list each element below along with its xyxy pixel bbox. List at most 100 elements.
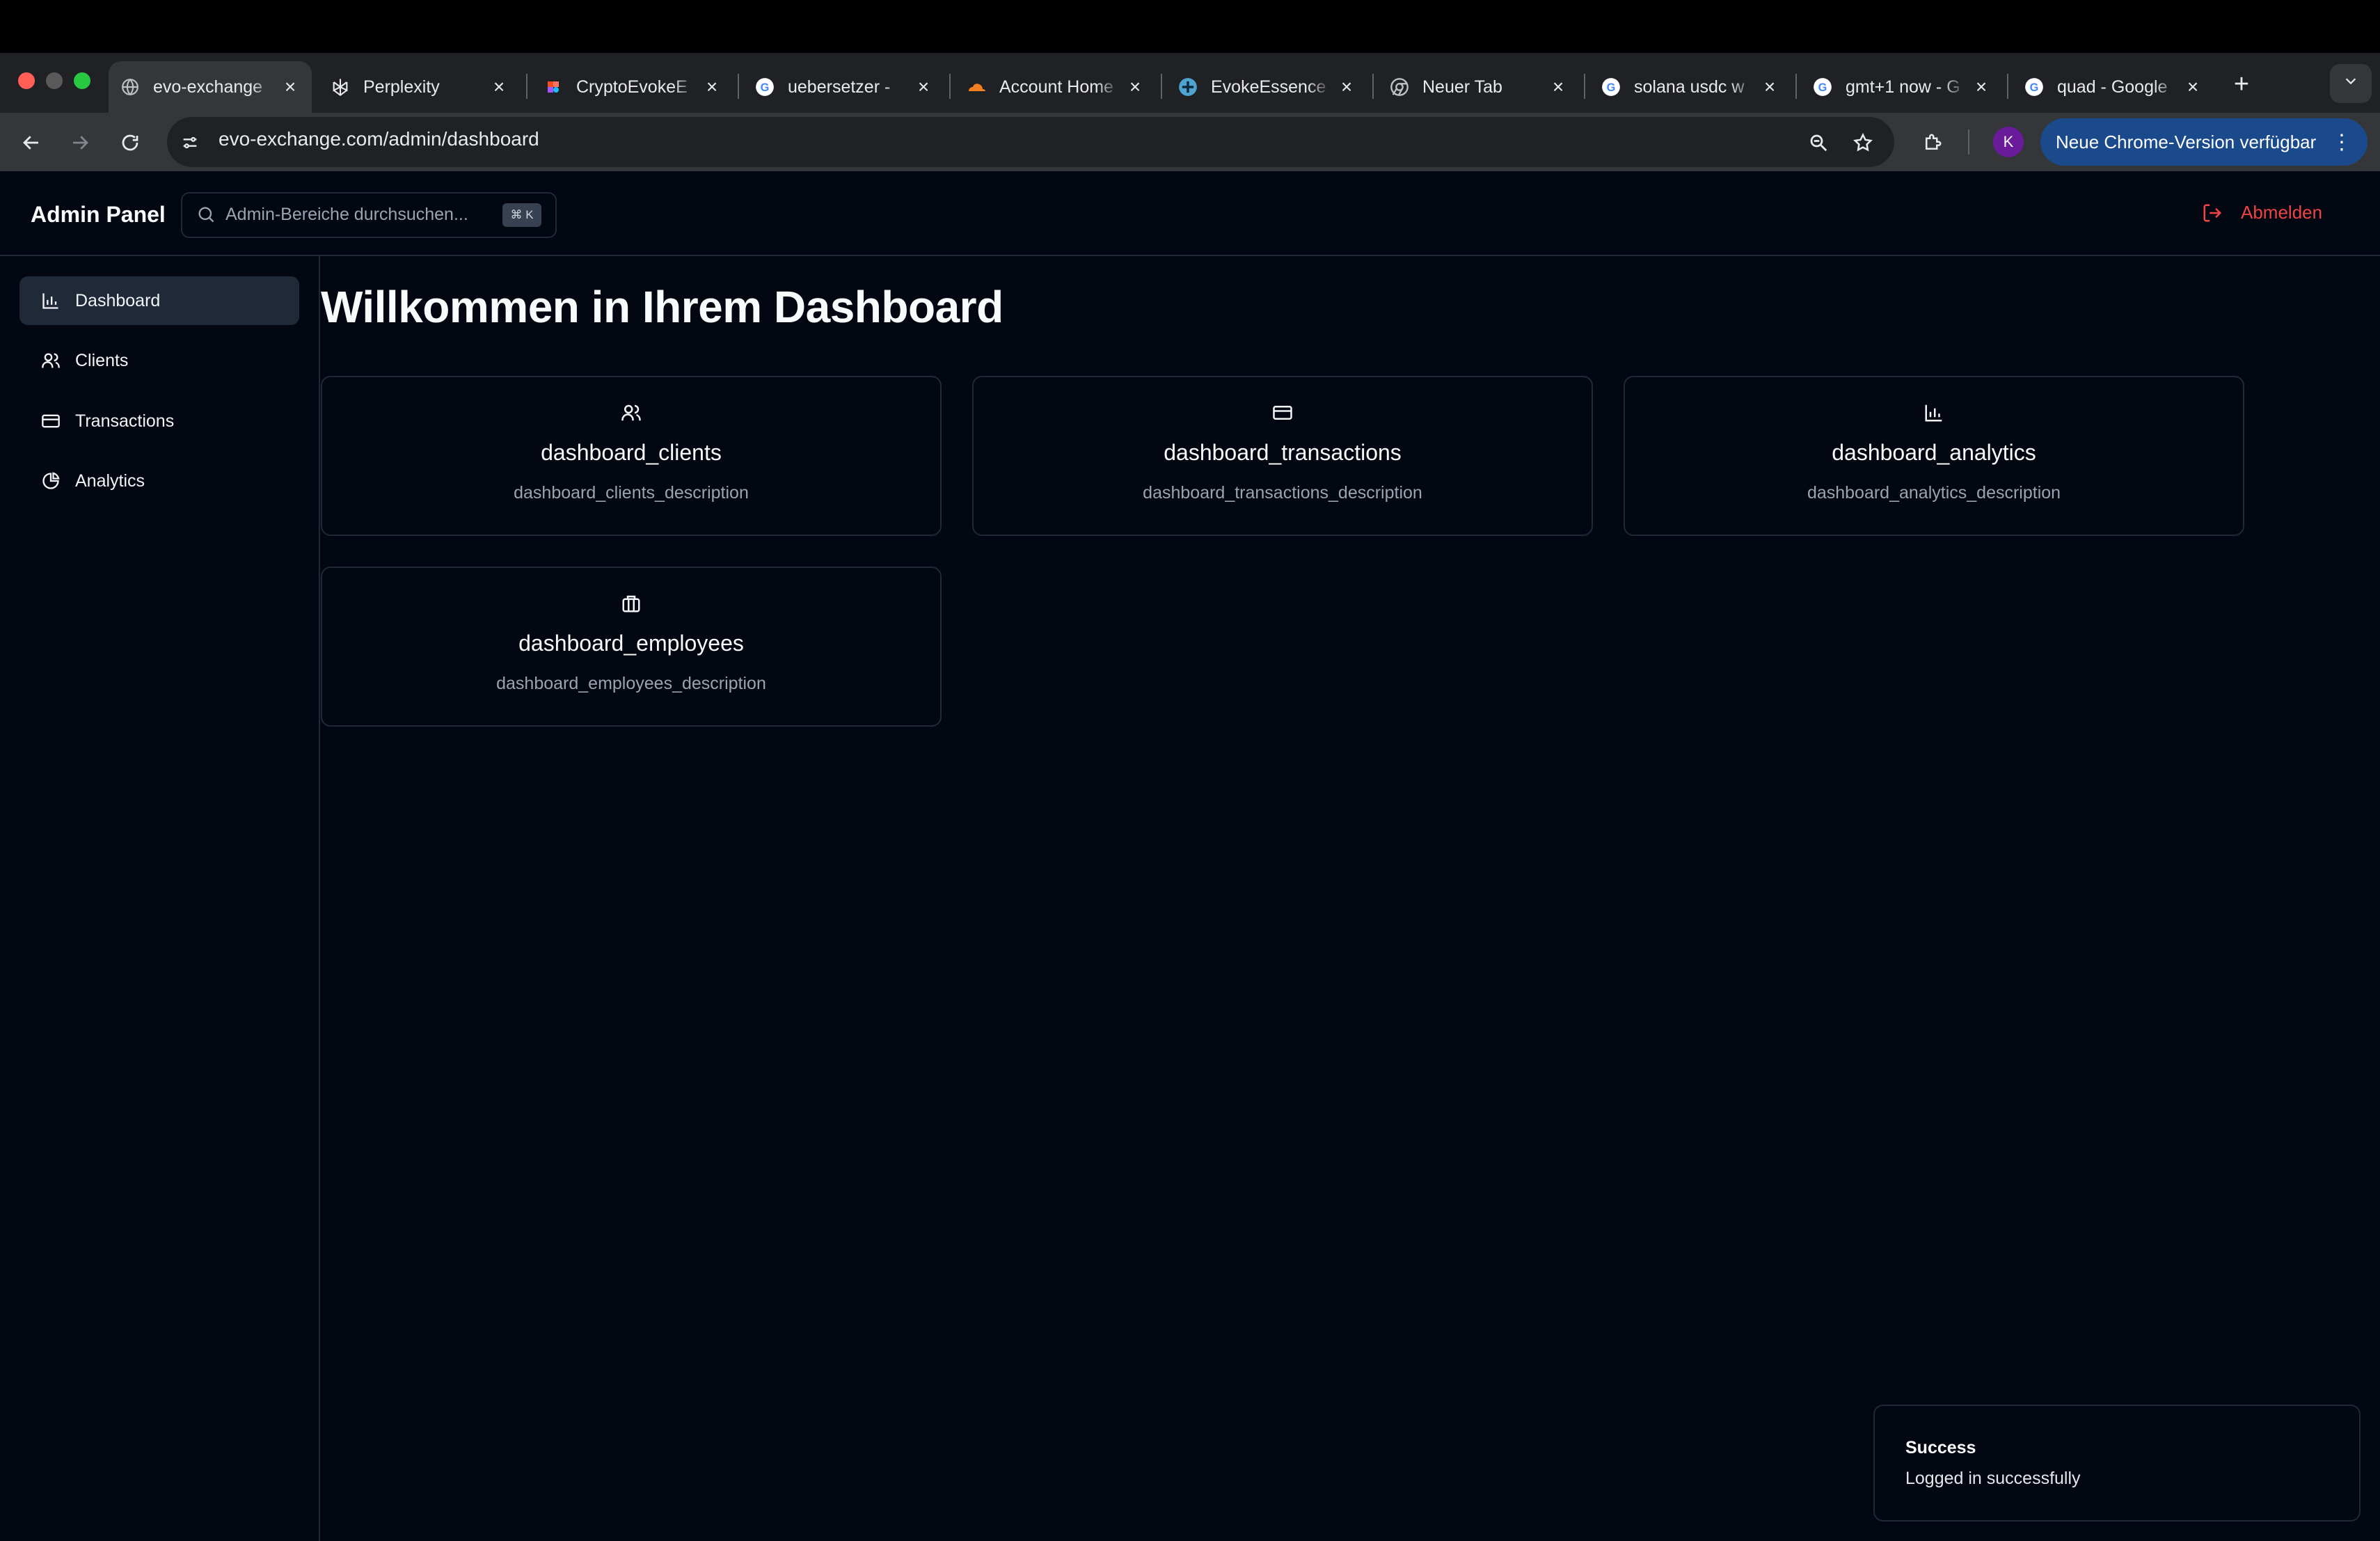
reload-button[interactable] — [113, 125, 148, 160]
chrome-update-button[interactable]: Neue Chrome-Version verfügbar ⋮ — [2040, 118, 2367, 166]
toolbar-separator — [1968, 129, 1969, 155]
star-icon — [1853, 132, 1873, 152]
browser-tab[interactable]: evo-exchange × — [109, 61, 312, 113]
close-tab-icon[interactable]: × — [1125, 76, 1145, 98]
more-vert-icon: ⋮ — [2331, 130, 2352, 154]
macos-menubar — [0, 0, 2380, 53]
google-icon: G — [1601, 77, 1621, 97]
sidebar-item-label: Analytics — [75, 471, 145, 491]
browser-tab[interactable]: Account Home × — [955, 61, 1157, 113]
card-title: dashboard_clients — [541, 440, 722, 465]
success-toast[interactable]: Success Logged in successfully — [1873, 1405, 2361, 1522]
tab-separator — [526, 74, 527, 99]
brand-title: Admin Panel — [31, 202, 166, 227]
toast-message: Logged in successfully — [1905, 1469, 2081, 1488]
sidebar-item-label: Transactions — [75, 411, 175, 431]
close-tab-icon[interactable]: × — [1336, 76, 1357, 98]
browser-tab[interactable]: CryptoEvokeE × — [532, 61, 733, 113]
tab-title: quad - Google — [2057, 77, 2168, 97]
tab-title: CryptoEvokeE — [576, 77, 688, 97]
logout-button[interactable]: Abmelden — [2202, 202, 2322, 223]
cloudflare-icon — [966, 77, 987, 97]
close-window-button[interactable] — [18, 72, 35, 89]
back-button[interactable] — [14, 125, 49, 160]
close-tab-icon[interactable]: × — [1759, 76, 1780, 98]
zoom-icon — [1810, 134, 1827, 152]
sidebar-item-dashboard[interactable]: Dashboard — [19, 276, 299, 325]
tab-title: evo-exchange — [153, 77, 263, 97]
tab-title: Perplexity — [363, 77, 440, 97]
browser-tab[interactable]: G quad - Google × — [2013, 61, 2214, 113]
browser-tab[interactable]: EvokeEssence × — [1166, 61, 1368, 113]
close-tab-icon[interactable]: × — [913, 76, 934, 98]
url-text[interactable]: evo-exchange.com/admin/dashboard — [219, 128, 539, 150]
close-tab-icon[interactable]: × — [701, 76, 722, 98]
browser-tab[interactable]: G gmt+1 now - G × — [1801, 61, 2003, 113]
svg-text:G: G — [761, 81, 770, 94]
sidebar-item-label: Dashboard — [75, 290, 161, 310]
browser-tab[interactable]: Perplexity × — [319, 61, 521, 113]
users-icon — [322, 402, 940, 423]
card-title: dashboard_transactions — [1164, 440, 1402, 465]
credit-card-icon — [974, 402, 1592, 423]
card-title: dashboard_employees — [518, 631, 744, 656]
tab-separator — [949, 74, 951, 99]
bar-chart-icon — [40, 290, 61, 311]
browser-tab[interactable]: G solana usdc w × — [1589, 61, 1791, 113]
bookmark-button[interactable] — [1846, 125, 1880, 160]
sidebar-item-clients[interactable]: Clients — [19, 336, 299, 385]
plus-circle-icon — [1177, 77, 1198, 97]
toast-title: Success — [1905, 1438, 1976, 1457]
browser-tab[interactable]: G uebersetzer - × — [743, 61, 945, 113]
tab-title: EvokeEssence — [1211, 77, 1326, 97]
dashboard-card-analytics[interactable]: dashboard_analytics dashboard_analytics_… — [1624, 376, 2244, 536]
svg-text:G: G — [1607, 81, 1616, 94]
sidebar-item-label: Clients — [75, 350, 129, 370]
tab-title: uebersetzer - — [788, 77, 891, 97]
chevron-down-icon — [2345, 78, 2356, 85]
tab-separator — [738, 74, 739, 99]
google-icon: G — [2024, 77, 2045, 97]
dashboard-card-employees[interactable]: dashboard_employees dashboard_employees_… — [321, 567, 942, 727]
sidebar-item-transactions[interactable]: Transactions — [19, 397, 299, 445]
figma-icon — [543, 77, 564, 97]
globe-icon — [120, 77, 141, 97]
perplexity-icon — [330, 77, 351, 97]
sidebar — [0, 256, 320, 1541]
dashboard-card-transactions[interactable]: dashboard_transactions dashboard_transac… — [972, 376, 1593, 536]
svg-text:G: G — [1818, 81, 1827, 94]
close-tab-icon[interactable]: × — [1971, 76, 1992, 98]
tab-separator — [1795, 74, 1797, 99]
tab-separator — [1161, 74, 1162, 99]
card-description: dashboard_analytics_description — [1807, 483, 2061, 503]
svg-text:G: G — [2030, 81, 2039, 94]
users-icon — [40, 350, 61, 371]
zoom-button[interactable] — [1801, 125, 1836, 160]
close-tab-icon[interactable]: × — [1548, 76, 1569, 98]
tab-search-button[interactable] — [2330, 64, 2372, 103]
puzzle-icon — [1926, 134, 1942, 150]
browser-tab[interactable]: Neuer Tab × — [1378, 61, 1580, 113]
close-tab-icon[interactable]: × — [280, 76, 301, 98]
extensions-button[interactable] — [1915, 125, 1950, 160]
site-info-button[interactable] — [173, 125, 207, 160]
close-tab-icon[interactable]: × — [2182, 76, 2203, 98]
maximize-window-button[interactable] — [74, 72, 90, 89]
logout-label: Abmelden — [2241, 202, 2323, 223]
arrow-right-icon — [73, 136, 88, 150]
bar-chart-icon — [1625, 402, 2243, 423]
keyboard-shortcut-badge: ⌘ K — [502, 203, 541, 227]
profile-avatar[interactable]: K — [1993, 127, 2024, 157]
google-icon: G — [1812, 77, 1833, 97]
dashboard-card-clients[interactable]: dashboard_clients dashboard_clients_desc… — [321, 376, 942, 536]
card-description: dashboard_transactions_description — [1143, 483, 1422, 503]
google-icon: G — [754, 77, 775, 97]
tab-title: gmt+1 now - G — [1846, 77, 1960, 97]
sidebar-item-analytics[interactable]: Analytics — [19, 457, 299, 505]
tab-separator — [1584, 74, 1585, 99]
new-tab-button[interactable]: + — [2224, 67, 2259, 102]
chrome-icon — [1389, 77, 1410, 97]
minimize-window-button[interactable] — [46, 72, 63, 89]
forward-button[interactable] — [63, 125, 97, 160]
close-tab-icon[interactable]: × — [489, 76, 509, 98]
